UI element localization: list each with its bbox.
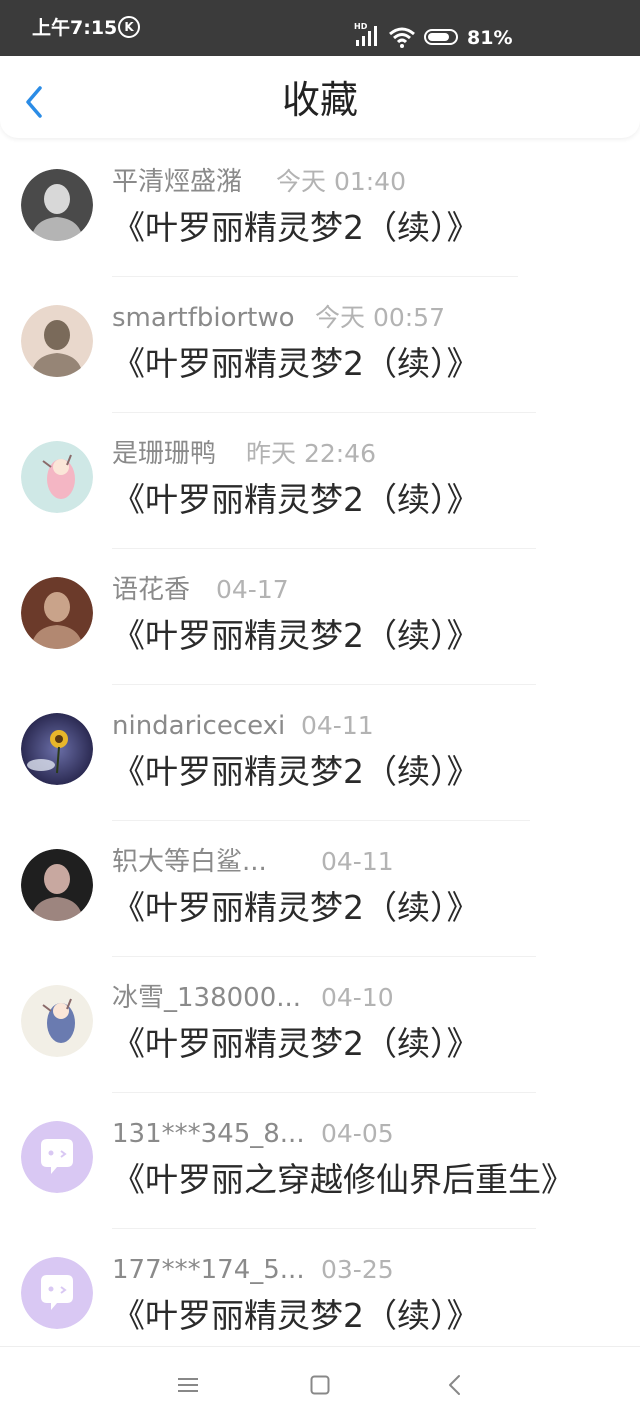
book-title[interactable]: 《叶罗丽精灵梦2（续）》 — [112, 750, 480, 794]
sunflower-avatar-icon — [21, 713, 93, 785]
author-name[interactable]: 冰雪_138000... — [112, 978, 301, 1018]
list-item[interactable]: 语花香 04-17 《叶罗丽精灵梦2（续）》 — [0, 550, 640, 686]
author-name[interactable]: 是珊珊鸭 — [112, 434, 216, 474]
signal-icon — [356, 26, 377, 46]
avatar[interactable] — [21, 169, 93, 241]
back-triangle-icon[interactable] — [444, 1373, 466, 1397]
author-name[interactable]: 131***345_8... — [112, 1114, 305, 1154]
divider — [112, 684, 536, 685]
meta-row: 平清烴盛潴 今天 01:40 — [112, 162, 406, 202]
chat-bubble-avatar-icon — [21, 1121, 93, 1193]
meta-row: 是珊珊鸭 昨天 22:46 — [112, 434, 376, 474]
avatar[interactable] — [21, 305, 93, 377]
divider — [112, 820, 530, 821]
status-bar: 上午7:15 K HD 81% — [0, 0, 640, 56]
list-item[interactable]: 是珊珊鸭 昨天 22:46 《叶罗丽精灵梦2（续）》 — [0, 414, 640, 550]
avatar[interactable] — [21, 1257, 93, 1329]
list-item[interactable]: smartfbiortwo 今天 00:57 《叶罗丽精灵梦2（续）》 — [0, 278, 640, 414]
list-item[interactable]: 131***345_8... 04-05 《叶罗丽之穿越修仙界后重生》 — [0, 1094, 640, 1230]
book-title[interactable]: 《叶罗丽精灵梦2（续）》 — [112, 1022, 480, 1066]
book-title[interactable]: 《叶罗丽精灵梦2（续）》 — [112, 614, 480, 658]
meta-row: 177***174_5... 03-25 — [112, 1250, 394, 1290]
list-item[interactable]: 平清烴盛潴 今天 01:40 《叶罗丽精灵梦2（续）》 — [0, 142, 640, 278]
illustration-avatar-icon — [21, 985, 93, 1057]
photo-avatar-icon — [21, 169, 93, 241]
meta-row: 轵大等白鲨... 04-11 — [112, 842, 394, 882]
author-name[interactable]: 平清烴盛潴 — [112, 162, 242, 202]
meta-row: nindaricecexi 04-11 — [112, 706, 374, 746]
avatar[interactable] — [21, 985, 93, 1057]
divider — [112, 412, 536, 413]
battery-fill — [428, 33, 449, 41]
book-title[interactable]: 《叶罗丽精灵梦2（续）》 — [112, 1294, 480, 1338]
meta-row: smartfbiortwo 今天 00:57 — [112, 298, 445, 338]
avatar[interactable] — [21, 1121, 93, 1193]
avatar[interactable] — [21, 713, 93, 785]
divider — [112, 1228, 536, 1229]
author-name[interactable]: 语花香 — [112, 570, 190, 610]
photo-avatar-icon — [21, 849, 93, 921]
timestamp: 04-11 — [301, 711, 374, 740]
author-name[interactable]: 轵大等白鲨... — [112, 842, 267, 882]
author-name[interactable]: nindaricecexi — [112, 706, 285, 746]
timestamp: 今天 01:40 — [276, 167, 406, 196]
menu-icon[interactable] — [178, 1375, 198, 1395]
timestamp: 04-05 — [321, 1119, 394, 1148]
timestamp: 04-11 — [321, 847, 394, 876]
system-nav-bar — [0, 1346, 640, 1423]
divider — [112, 548, 536, 549]
divider — [112, 956, 536, 957]
app-header: 收藏 — [0, 56, 640, 138]
divider — [112, 1092, 536, 1093]
timestamp: 今天 00:57 — [315, 303, 445, 332]
divider — [112, 276, 518, 277]
timestamp: 04-10 — [321, 983, 394, 1012]
wifi-icon — [389, 27, 415, 48]
meta-row: 冰雪_138000... 04-10 — [112, 978, 394, 1018]
status-time: 上午7:15 — [32, 17, 118, 39]
page-title: 收藏 — [281, 78, 358, 122]
battery-icon — [424, 29, 458, 45]
list-item[interactable]: 冰雪_138000... 04-10 《叶罗丽精灵梦2（续）》 — [0, 958, 640, 1094]
home-square-icon[interactable] — [310, 1375, 330, 1395]
illustration-avatar-icon — [21, 441, 93, 513]
book-title[interactable]: 《叶罗丽精灵梦2（续）》 — [112, 478, 480, 522]
k-badge-icon: K — [118, 16, 140, 38]
battery-percent: 81% — [467, 27, 513, 49]
timestamp: 昨天 22:46 — [246, 439, 376, 468]
photo-avatar-icon — [21, 577, 93, 649]
author-name[interactable]: smartfbiortwo — [112, 298, 295, 338]
author-name[interactable]: 177***174_5... — [112, 1250, 305, 1290]
book-title[interactable]: 《叶罗丽之穿越修仙界后重生》 — [112, 1158, 574, 1202]
book-title[interactable]: 《叶罗丽精灵梦2（续）》 — [112, 886, 480, 930]
timestamp: 03-25 — [321, 1255, 394, 1284]
avatar[interactable] — [21, 441, 93, 513]
meta-row: 131***345_8... 04-05 — [112, 1114, 394, 1154]
chat-bubble-avatar-icon — [21, 1257, 93, 1329]
book-title[interactable]: 《叶罗丽精灵梦2（续）》 — [112, 206, 480, 250]
list-item[interactable]: nindaricecexi 04-11 《叶罗丽精灵梦2（续）》 — [0, 686, 640, 822]
timestamp: 04-17 — [216, 575, 289, 604]
book-title[interactable]: 《叶罗丽精灵梦2（续）》 — [112, 342, 480, 386]
avatar[interactable] — [21, 577, 93, 649]
meta-row: 语花香 04-17 — [112, 570, 289, 610]
avatar[interactable] — [21, 849, 93, 921]
photo-avatar-icon — [21, 305, 93, 377]
list-item[interactable]: 轵大等白鲨... 04-11 《叶罗丽精灵梦2（续）》 — [0, 822, 640, 958]
